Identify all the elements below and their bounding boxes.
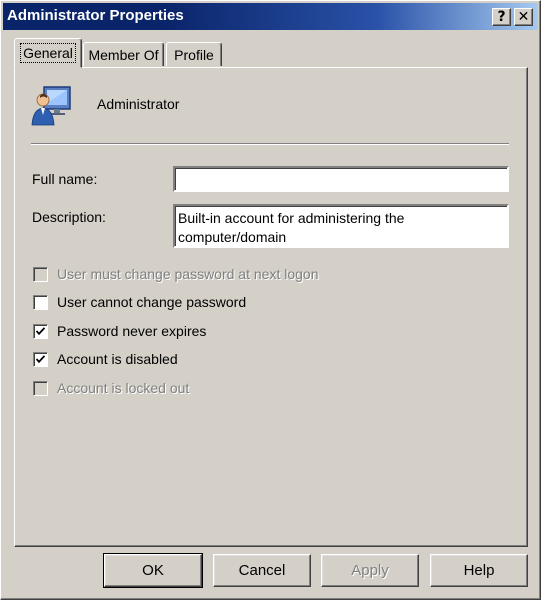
password-never-expires-label[interactable]: Password never expires [57,323,206,339]
tab-profile[interactable]: Profile [166,42,222,66]
help-button[interactable]: Help [430,554,528,587]
tab-member-of-label: Member Of [88,46,159,63]
tab-member-of[interactable]: Member Of [83,42,164,66]
must-change-password-checkbox [33,266,48,282]
close-title-button[interactable]: ✕ [514,8,533,26]
separator [31,143,509,145]
window-title: Administrator Properties [7,7,184,24]
cannot-change-password-checkbox[interactable] [33,294,48,310]
checkmark-icon [36,326,45,335]
account-locked-out-option: Account is locked out [33,379,189,397]
apply-button: Apply [321,554,419,587]
help-title-button[interactable]: ? [492,8,511,26]
question-mark-icon: ? [497,9,506,25]
must-change-password-option: User must change password at next logon [33,265,318,283]
tab-profile-label: Profile [174,46,214,63]
password-never-expires-checkbox[interactable] [33,323,48,339]
checkmark-icon [36,354,45,363]
description-label: Description: [32,209,106,225]
account-disabled-label[interactable]: Account is disabled [57,351,178,367]
ok-button-label: OK [142,562,164,579]
password-never-expires-option[interactable]: Password never expires [33,322,206,340]
title-bar[interactable]: Administrator Properties ? ✕ [3,3,538,30]
tab-general-label: General [20,43,76,63]
account-disabled-checkbox[interactable] [33,351,48,367]
close-icon: ✕ [517,9,530,25]
account-name: Administrator [97,96,180,112]
full-name-label: Full name: [32,171,98,187]
cancel-button-label: Cancel [238,562,286,579]
tab-general[interactable]: General [14,38,82,68]
account-disabled-option[interactable]: Account is disabled [33,350,178,368]
tab-strip: General Member Of Profile [0,38,541,68]
full-name-field[interactable] [173,166,509,192]
cancel-button[interactable]: Cancel [213,554,311,587]
apply-button-label: Apply [351,562,389,579]
account-locked-out-checkbox [33,380,48,396]
cannot-change-password-label[interactable]: User cannot change password [57,294,246,310]
cannot-change-password-option[interactable]: User cannot change password [33,293,246,311]
account-locked-out-label: Account is locked out [57,380,190,396]
description-field[interactable]: Built-in account for administering the c… [173,204,509,248]
ok-button[interactable]: OK [103,553,203,588]
user-icon [31,86,71,126]
help-button-label: Help [463,562,495,579]
must-change-password-label: User must change password at next logon [57,266,319,282]
